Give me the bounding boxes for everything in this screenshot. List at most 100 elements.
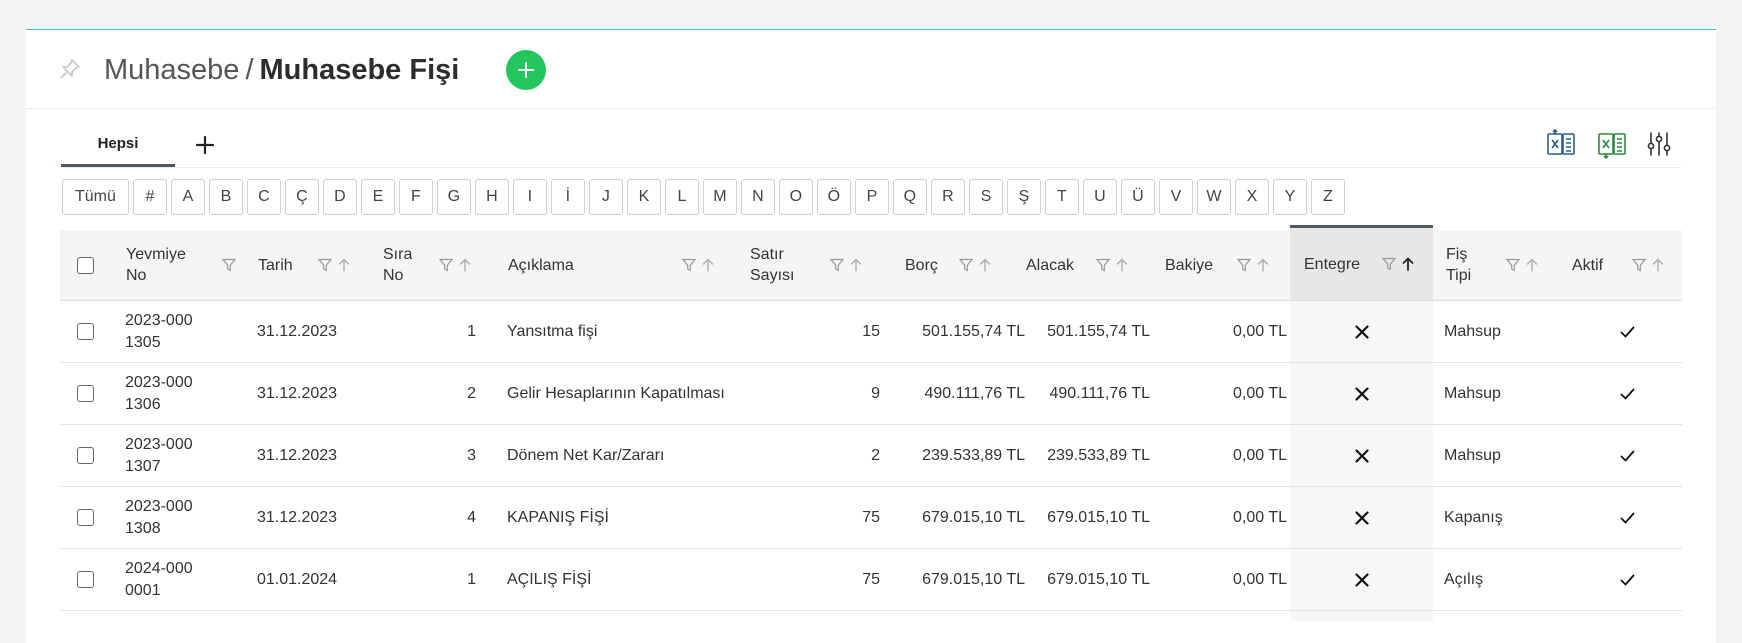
alphabet-filter-letter[interactable]: K: [626, 179, 661, 215]
sort-arrow-active-icon[interactable]: [1402, 257, 1414, 271]
filter-icon[interactable]: [318, 258, 332, 272]
alphabet-filter-letter[interactable]: P: [854, 179, 889, 215]
cell-aciklama: Yansıtma fişi: [507, 322, 598, 340]
alphabet-filter-letter[interactable]: W: [1196, 179, 1231, 215]
alphabet-filter-letter[interactable]: Ü: [1120, 179, 1155, 215]
excel-import-icon[interactable]: [1597, 129, 1627, 159]
filter-icon[interactable]: [439, 258, 453, 272]
alphabet-filter-letter[interactable]: V: [1158, 179, 1193, 215]
sort-arrow-icon[interactable]: [850, 258, 862, 272]
header-aciklama[interactable]: Açıklama: [508, 230, 728, 300]
alphabet-filter-letter[interactable]: L: [664, 179, 699, 215]
alphabet-filter-all[interactable]: Tümü: [62, 179, 129, 215]
row-select-cell: [60, 425, 110, 486]
cell-satir-sayisi: 75: [862, 508, 880, 526]
header-bakiye[interactable]: Bakiye: [1153, 230, 1290, 300]
alphabet-filter-letter[interactable]: M: [702, 179, 737, 215]
filter-icon[interactable]: [1096, 258, 1110, 272]
filter-icon[interactable]: [1237, 258, 1251, 272]
table-row[interactable]: 2024-0000001 01.01.2024 1 AÇILIŞ FİŞİ 75 679.…: [60, 549, 1682, 611]
alphabet-filter-letter[interactable]: H: [474, 179, 509, 215]
cell-fis-tipi: Mahsup: [1444, 446, 1501, 464]
alphabet-filter-letter[interactable]: Y: [1272, 179, 1307, 215]
row-checkbox[interactable]: [76, 323, 94, 340]
sort-arrow-icon[interactable]: [459, 258, 471, 272]
sort-arrow-icon[interactable]: [979, 258, 991, 272]
sort-arrow-icon[interactable]: [1116, 258, 1128, 272]
alphabet-filter-letter[interactable]: #: [132, 179, 167, 215]
sort-arrow-icon[interactable]: [1652, 258, 1664, 272]
column-settings-icon[interactable]: [1644, 129, 1674, 159]
cell-alacak: 679.015,10 TL: [1047, 508, 1150, 526]
cell-tarih: 01.01.2024: [257, 570, 338, 588]
alphabet-filter-letter[interactable]: A: [170, 179, 205, 215]
filter-icon[interactable]: [1632, 258, 1646, 272]
row-checkbox[interactable]: [76, 447, 94, 464]
sort-arrow-icon[interactable]: [702, 258, 714, 272]
filter-icon[interactable]: [1382, 257, 1396, 271]
alphabet-filter-letter[interactable]: Ş: [1006, 179, 1041, 215]
alphabet-filter-letter[interactable]: Ç: [284, 179, 319, 215]
row-select-cell: [60, 549, 110, 610]
cell-borc: 679.015,10 TL: [922, 570, 1025, 588]
close-icon: [1354, 324, 1369, 339]
header-satir-sayisi[interactable]: Satır Sayısı: [750, 230, 880, 300]
header-alacak[interactable]: Alacak: [1026, 230, 1151, 300]
excel-export-icon[interactable]: [1546, 129, 1576, 159]
table-row[interactable]: 2023-0001308 31.12.2023 4 KAPANIŞ FİŞİ 75 679…: [60, 487, 1682, 549]
alphabet-filter-letter[interactable]: F: [398, 179, 433, 215]
check-icon: [1620, 326, 1634, 337]
filter-icon[interactable]: [830, 258, 844, 272]
add-tab-icon[interactable]: [193, 133, 217, 157]
table-row[interactable]: 2023-0001305 31.12.2023 1 Yansıtma fişi 15 50…: [60, 301, 1682, 363]
cell-bakiye: 0,00 TL: [1233, 384, 1287, 402]
alphabet-filter-letter[interactable]: I: [512, 179, 547, 215]
alphabet-filter-letter[interactable]: S: [968, 179, 1003, 215]
alphabet-filter-letter[interactable]: B: [208, 179, 243, 215]
row-select-cell: [60, 301, 110, 362]
sort-arrow-icon[interactable]: [338, 258, 350, 272]
header-sira-no[interactable]: Sıra No: [383, 230, 483, 300]
filter-icon[interactable]: [959, 258, 973, 272]
alphabet-filter-letter[interactable]: O: [778, 179, 813, 215]
sort-arrow-icon[interactable]: [1526, 258, 1538, 272]
header-yevmiye-no[interactable]: Yevmiye No: [126, 230, 246, 300]
alphabet-filter-letter[interactable]: C: [246, 179, 281, 215]
add-record-button[interactable]: [506, 50, 546, 90]
filter-icon[interactable]: [222, 258, 236, 272]
row-checkbox[interactable]: [76, 385, 94, 402]
row-checkbox[interactable]: [76, 509, 94, 526]
alphabet-filter-letter[interactable]: J: [588, 179, 623, 215]
alphabet-filter-letter[interactable]: G: [436, 179, 471, 215]
alphabet-filter-letter[interactable]: D: [322, 179, 357, 215]
header-aktif[interactable]: Aktif: [1572, 230, 1682, 300]
alphabet-filter-letter[interactable]: Ö: [816, 179, 851, 215]
header-entegre[interactable]: Entegre: [1290, 225, 1433, 300]
sort-arrow-icon[interactable]: [1257, 258, 1269, 272]
alphabet-filter-letter[interactable]: İ: [550, 179, 585, 215]
alphabet-filter-letter[interactable]: T: [1044, 179, 1079, 215]
alphabet-filter-letter[interactable]: E: [360, 179, 395, 215]
header-label: Alacak: [1026, 256, 1075, 274]
header-borc[interactable]: Borç: [905, 230, 1025, 300]
alphabet-filter-letter[interactable]: U: [1082, 179, 1117, 215]
table-row[interactable]: 2023-0001306 31.12.2023 2 Gelir Hesaplarını…: [60, 363, 1682, 425]
table-row[interactable]: 2023-0001307 31.12.2023 3 Dönem Net Kar/Zar…: [60, 425, 1682, 487]
alphabet-filter-letter[interactable]: Z: [1310, 179, 1345, 215]
select-all-checkbox[interactable]: [76, 256, 94, 274]
alphabet-filter-letter[interactable]: Q: [892, 179, 927, 215]
alphabet-filter-letter[interactable]: N: [740, 179, 775, 215]
filter-icon[interactable]: [682, 258, 696, 272]
breadcrumb-parent[interactable]: Muhasebe: [104, 54, 239, 86]
alphabet-filter-letter[interactable]: R: [930, 179, 965, 215]
header-tarih[interactable]: Tarih: [258, 230, 368, 300]
yevmiye-no-text: 2023-0001308: [125, 497, 193, 537]
filter-icon[interactable]: [1506, 258, 1520, 272]
tab-hepsi[interactable]: Hepsi: [61, 125, 175, 167]
breadcrumb: Muhasebe / Muhasebe Fişi: [104, 52, 459, 88]
row-checkbox[interactable]: [76, 571, 94, 588]
alphabet-filter-letter[interactable]: X: [1234, 179, 1269, 215]
cell-bakiye: 0,00 TL: [1233, 322, 1287, 340]
pin-icon[interactable]: [58, 57, 82, 81]
header-fis-tipi[interactable]: Fiş Tipi: [1446, 230, 1546, 300]
